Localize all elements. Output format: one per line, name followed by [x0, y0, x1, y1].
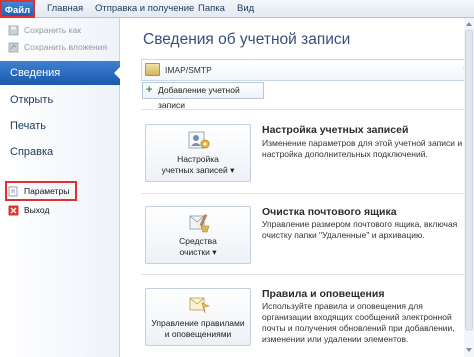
rules-alerts-description: Используйте правила и оповещения для орг… — [262, 301, 455, 344]
account-settings-icon — [188, 131, 210, 149]
mailbox-cleanup-title: Очистка почтового ящика — [262, 206, 397, 218]
backstage-nav: Сохранить как Сохранить вложения Сведени… — [0, 18, 121, 357]
nav-save-as[interactable]: Сохранить как — [8, 23, 81, 37]
nav-options[interactable]: Параметры — [8, 184, 69, 198]
nav-save-attachments[interactable]: Сохранить вложения — [8, 40, 107, 54]
tab-send-receive[interactable]: Отправка и получение — [95, 0, 194, 18]
scrollbar[interactable] — [464, 18, 474, 357]
manage-rules-label-1: Управление правилами — [151, 318, 245, 328]
close-icon — [8, 205, 19, 215]
options-icon — [8, 186, 18, 196]
rules-alerts-title: Правила и оповещения — [262, 288, 385, 300]
account-selector[interactable]: IMAP/SMTP ▼ — [141, 59, 474, 81]
scrollbar-thumb[interactable] — [465, 29, 473, 331]
ribbon-tab-bar: Файл Главная Отправка и получение Папка … — [0, 0, 474, 18]
cleanup-tools-label-2: очистки ▾ — [179, 247, 217, 257]
nav-info[interactable]: Сведения — [0, 61, 121, 85]
cleanup-tools-label-1: Средства — [179, 236, 217, 246]
nav-save-as-label: Сохранить как — [24, 25, 81, 35]
nav-exit[interactable]: Выход — [8, 203, 49, 217]
cleanup-tools-button[interactable]: Средства очистки ▾ — [145, 206, 251, 264]
manage-rules-button[interactable]: Управление правилами и оповещениями — [145, 288, 251, 346]
account-settings-title: Настройка учетных записей — [262, 124, 409, 136]
account-info-panel: Сведения об учетной записи IMAP/SMTP ▼ +… — [121, 18, 474, 357]
divider — [141, 109, 474, 110]
cleanup-tools-icon — [189, 214, 210, 233]
add-account-label: Добавление учетной записи — [158, 85, 240, 110]
manage-rules-label-2: и оповещениями — [164, 329, 232, 339]
add-account-button[interactable]: + Добавление учетной записи — [142, 82, 264, 110]
account-settings-button[interactable]: Настройка учетных записей ▾ — [145, 124, 251, 182]
nav-print[interactable]: Печать — [0, 114, 120, 138]
tab-view[interactable]: Вид — [237, 0, 254, 18]
save-as-icon — [8, 25, 19, 35]
nav-help[interactable]: Справка — [0, 140, 120, 164]
tab-file[interactable]: Файл — [0, 0, 35, 18]
divider — [141, 193, 474, 194]
nav-exit-label: Выход — [24, 205, 50, 215]
nav-options-label: Параметры — [24, 186, 70, 196]
divider — [141, 274, 474, 275]
mail-account-icon — [145, 63, 160, 76]
nav-open[interactable]: Открыть — [0, 88, 120, 112]
mailbox-cleanup-description: Управление размером почтового ящика, вкл… — [262, 219, 458, 240]
save-attachments-icon — [8, 42, 19, 52]
tab-folder[interactable]: Папка — [198, 0, 225, 18]
account-settings-label-2: учетных записей ▾ — [161, 165, 235, 175]
page-title: Сведения об учетной записи — [143, 31, 351, 48]
account-name: IMAP/SMTP — [165, 65, 212, 75]
plus-icon: + — [146, 84, 153, 96]
nav-save-attachments-label: Сохранить вложения — [24, 42, 108, 52]
tab-home[interactable]: Главная — [47, 0, 83, 18]
account-settings-label-1: Настройка — [177, 154, 219, 164]
rules-alerts-icon — [189, 297, 211, 314]
account-settings-description: Изменение параметров для этой учетной за… — [262, 138, 463, 159]
